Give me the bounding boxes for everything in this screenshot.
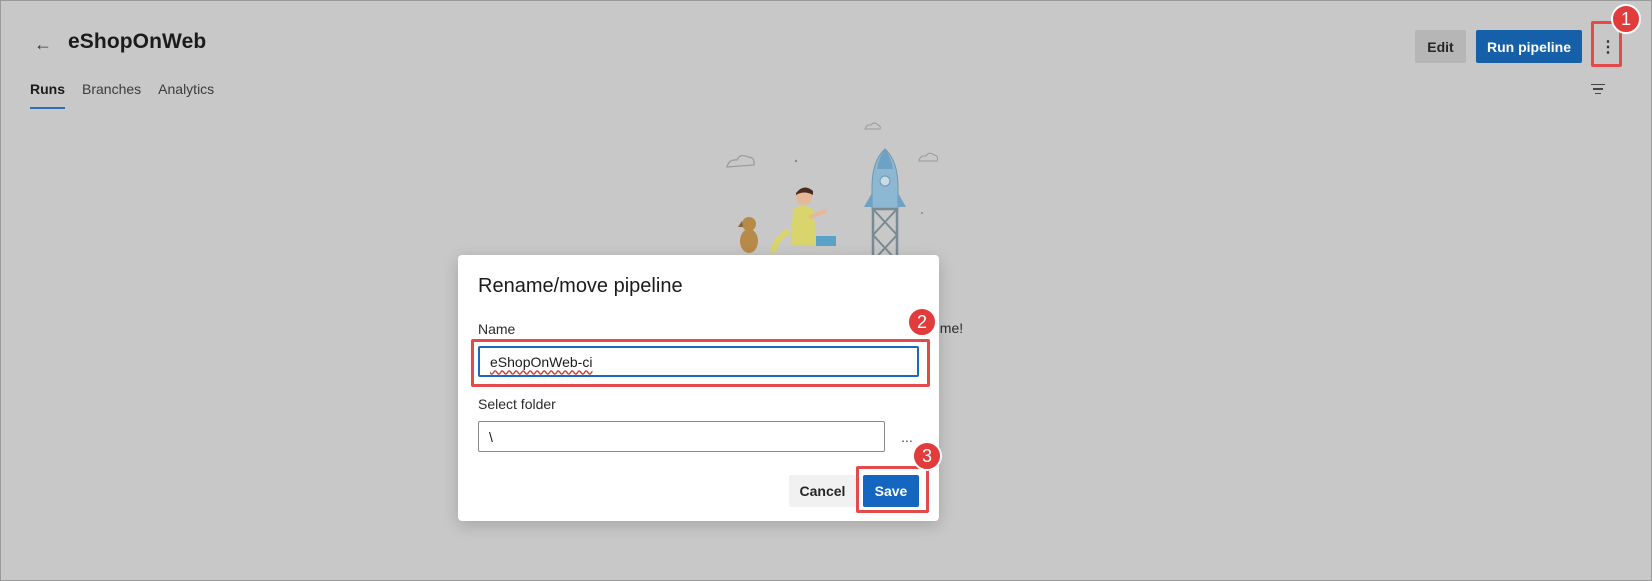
folder-input[interactable]: \ [478,421,885,452]
dialog-title: Rename/move pipeline [478,275,683,297]
empty-state-illustration [726,122,939,261]
page-title: eShopOnWeb [68,30,207,53]
name-label: Name [478,321,516,337]
back-arrow-icon[interactable]: ← [29,30,57,58]
tab-analytics[interactable]: Analytics [158,81,214,109]
folder-input-value: \ [489,428,493,445]
cancel-button[interactable]: Cancel [789,475,856,507]
page-frame: ← eShopOnWeb Edit Run pipeline ⋮ Runs Br… [0,0,1652,581]
step-badge-3: 3 [912,441,942,471]
highlight-name-input [471,339,930,387]
edit-button[interactable]: Edit [1415,30,1466,63]
run-pipeline-button[interactable]: Run pipeline [1476,30,1582,63]
tab-branches[interactable]: Branches [82,81,141,109]
tab-bar: Runs Branches Analytics [30,81,214,109]
folder-label: Select folder [478,396,556,412]
step-badge-1: 1 [1611,4,1641,34]
filter-icon[interactable] [1587,79,1609,99]
tab-runs[interactable]: Runs [30,81,65,109]
step-badge-2: 2 [907,307,937,337]
highlight-save-button [856,466,929,513]
